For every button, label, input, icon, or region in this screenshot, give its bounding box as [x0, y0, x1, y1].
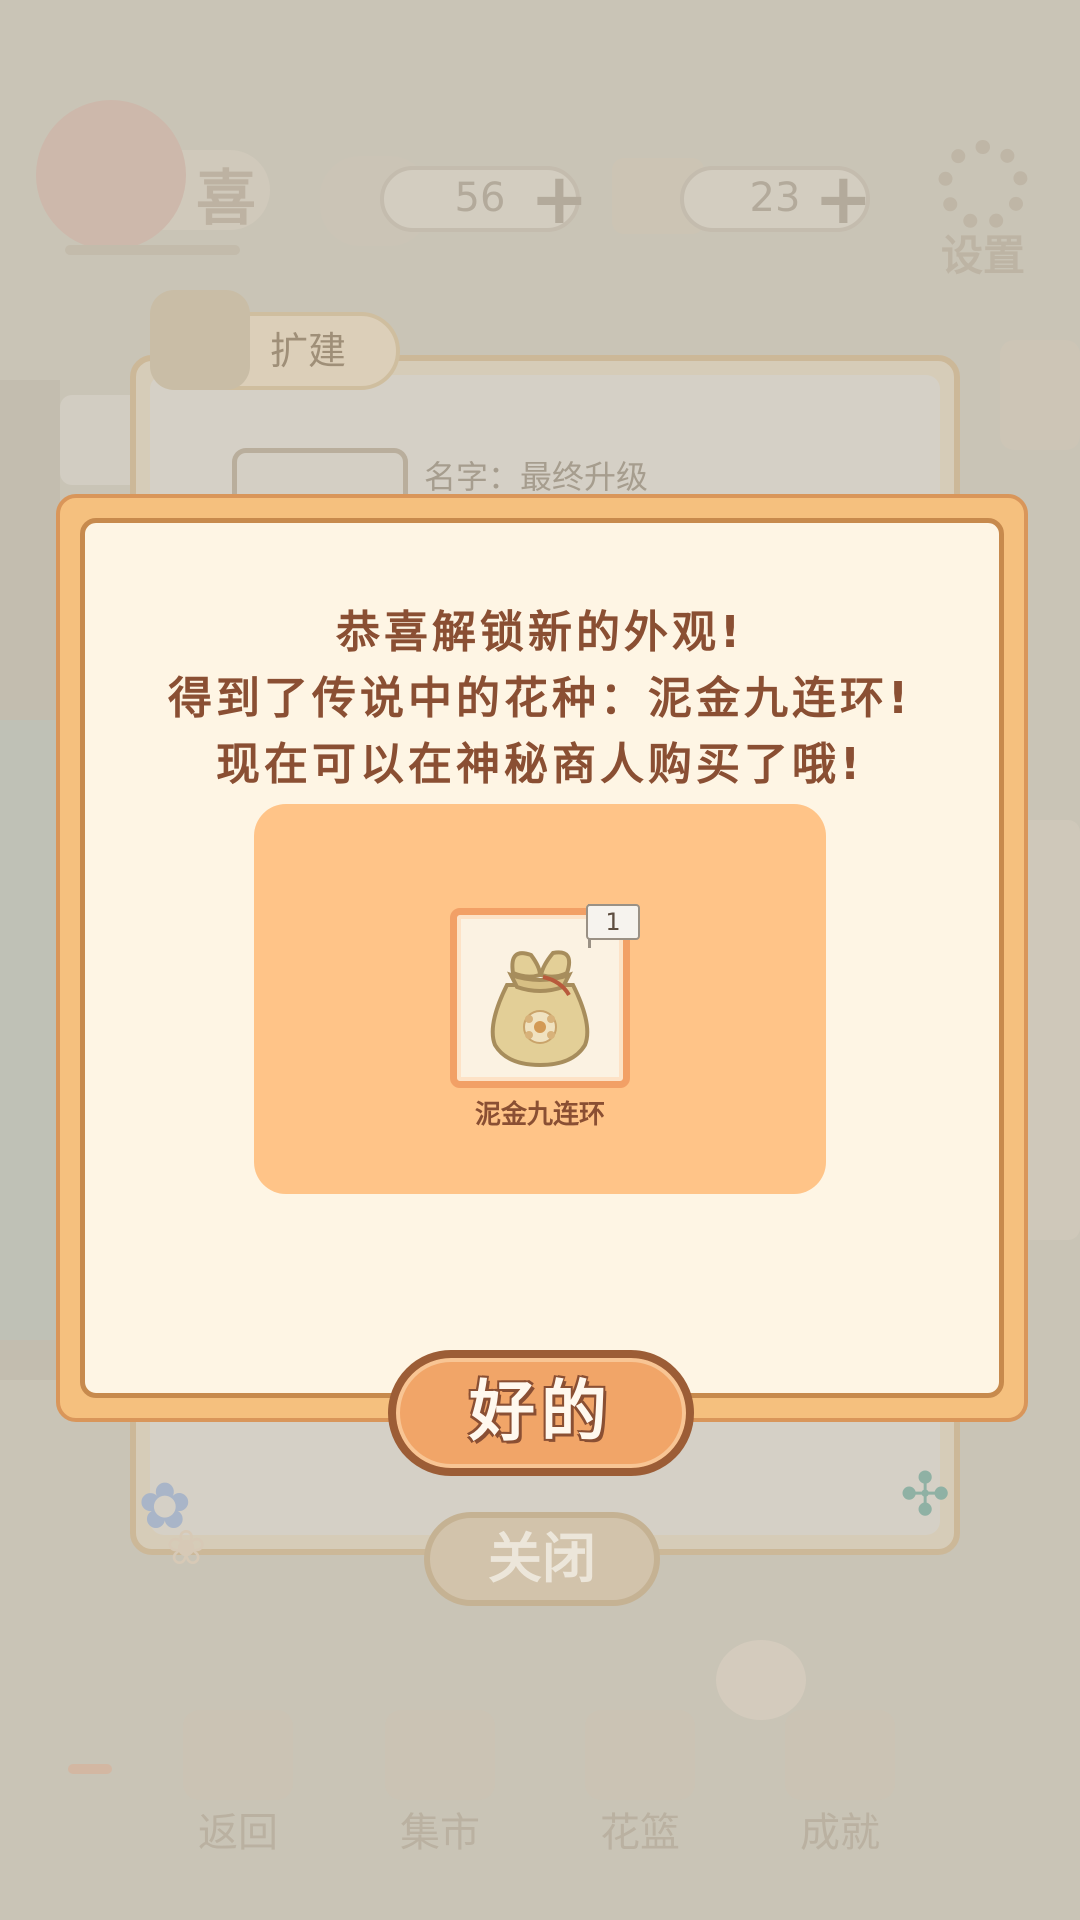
- nav-flower-basket[interactable]: 花篮: [578, 1710, 702, 1856]
- message-line-3: 现在可以在神秘商人购买了哦!: [215, 739, 865, 790]
- upgrade-name-label: 名字：最终升级: [424, 458, 649, 496]
- reward-item-count: 1: [586, 904, 640, 940]
- fish-plus-button[interactable]: +: [530, 164, 589, 234]
- small-butterfly-icon: ❀: [166, 1520, 207, 1576]
- nav-achievement-label: 成就: [800, 1810, 880, 1856]
- flower-icon: [716, 1640, 806, 1720]
- return-icon: [183, 1710, 293, 1800]
- trophy-icon: [785, 1710, 895, 1800]
- market-icon: [385, 1710, 495, 1800]
- right-task-icon: [1000, 340, 1080, 450]
- nav-market[interactable]: 集市: [378, 1710, 502, 1856]
- dragonfly-icon: ✣: [900, 1460, 951, 1530]
- nav-achievement[interactable]: 成就: [778, 1710, 902, 1856]
- nav-return-label: 返回: [198, 1810, 278, 1856]
- unlock-message: 恭喜解锁新的外观! 得到了传说中的花种：泥金九连环! 现在可以在神秘商人购买了哦…: [100, 600, 980, 798]
- fish-count: 56: [454, 175, 506, 221]
- nav-dash: [68, 1764, 112, 1774]
- logo-text: 喜: [196, 164, 256, 234]
- gear-icon: [938, 140, 1028, 230]
- logo-progress: [65, 245, 240, 255]
- reward-item-name: 泥金九连环: [474, 1100, 605, 1130]
- flower-basket-icon: [585, 1710, 695, 1800]
- message-line-2: 得到了传说中的花种：泥金九连环!: [167, 673, 913, 724]
- hammer-icon: [150, 290, 250, 390]
- nav-return[interactable]: 返回: [176, 1710, 300, 1856]
- cheese-count: 23: [749, 175, 801, 221]
- nav-flower-basket-label: 花篮: [600, 1810, 680, 1856]
- nav-market-label: 集市: [400, 1810, 480, 1856]
- settings-button[interactable]: 设置: [928, 222, 1038, 283]
- logo-icon: [36, 100, 186, 250]
- cheese-plus-button[interactable]: +: [814, 164, 873, 234]
- ok-button[interactable]: 好的: [388, 1350, 694, 1476]
- expand-tab-label: 扩建: [270, 329, 347, 373]
- close-button[interactable]: 关闭: [424, 1512, 660, 1606]
- message-line-1: 恭喜解锁新的外观!: [335, 607, 745, 658]
